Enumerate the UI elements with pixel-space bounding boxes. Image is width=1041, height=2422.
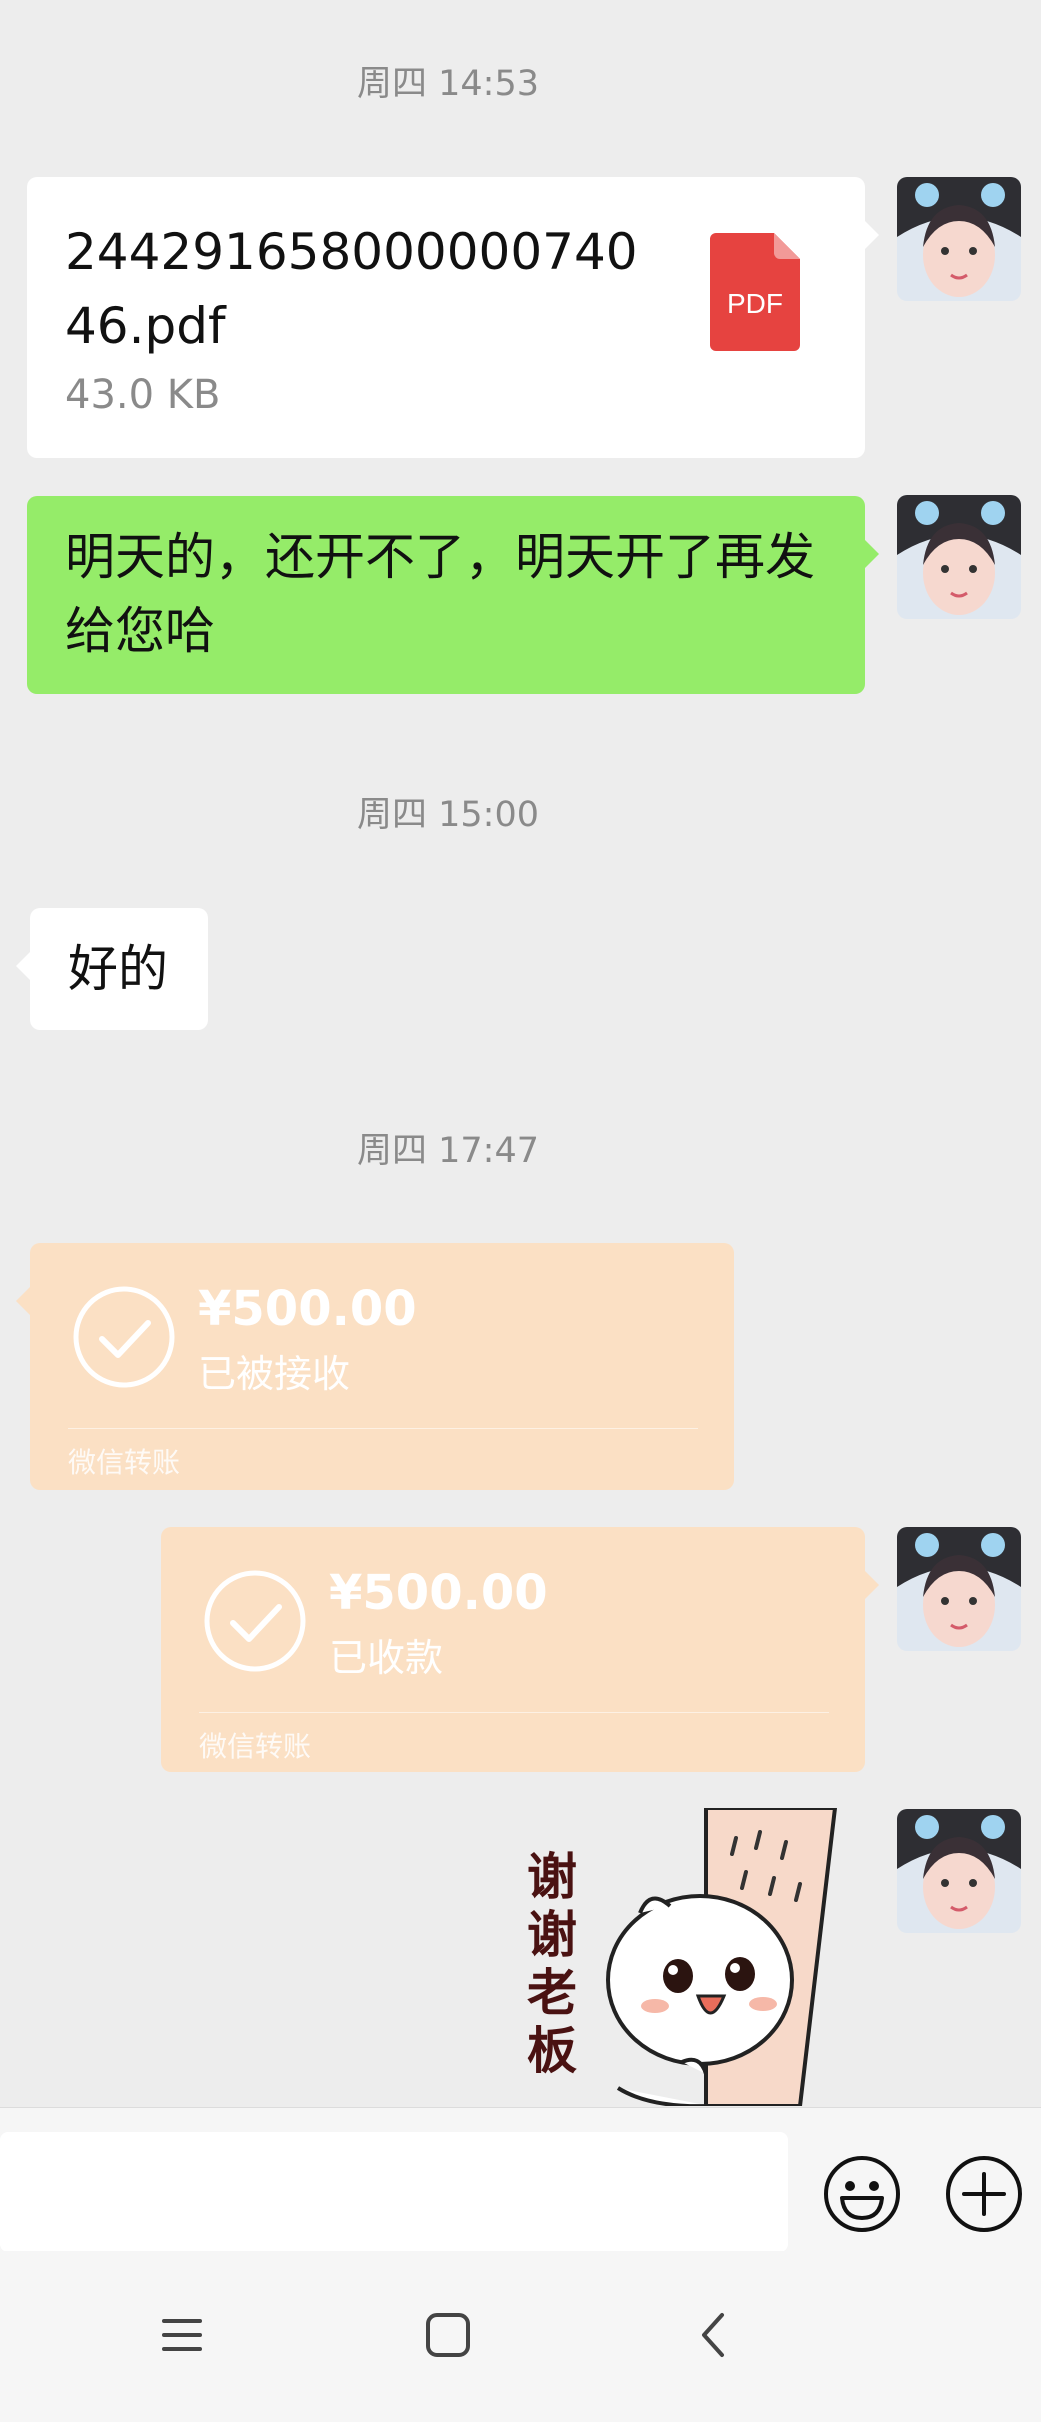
text-message[interactable]: 好的 [16,908,208,1030]
home-icon[interactable] [418,2305,478,2365]
avatar[interactable] [897,1527,1021,1651]
sticker-message[interactable]: 谢谢老板 [510,1808,870,2106]
transfer-amount: ¥500.00 [198,1281,417,1337]
transfer-message[interactable]: ¥500.00 已被接收 微信转账 [16,1243,734,1490]
text-message[interactable]: 明天的，还开不了，明天开了再发给您哈 [27,496,879,694]
back-icon[interactable] [684,2305,744,2365]
sticker-text: 谢谢老板 [527,1848,577,2080]
check-circle-icon [73,1286,175,1388]
plus-icon[interactable] [944,2154,1024,2234]
avatar[interactable] [897,1809,1021,1933]
timestamp: 周四 15:00 [357,795,539,835]
avatar[interactable] [897,177,1021,301]
check-circle-icon [204,1570,306,1672]
pdf-icon: PDF [710,233,800,351]
pdf-label: PDF [727,288,783,319]
transfer-footer: 微信转账 [199,1730,312,1763]
message-text: 明天的，还开不了，明天开了再发给您哈 [65,528,815,660]
system-nav-bar [0,2251,1041,2422]
sticker-image: 谢谢老板 [527,1808,838,2106]
message-input[interactable] [0,2132,788,2252]
transfer-footer: 微信转账 [68,1446,181,1479]
transfer-status: 已收款 [329,1636,444,1680]
avatar[interactable] [897,495,1021,619]
divider [68,1428,698,1429]
file-name: 24429165800000074046.pdf [65,223,638,355]
input-bar [0,2107,1041,2252]
divider [199,1712,829,1713]
transfer-message[interactable]: ¥500.00 已收款 微信转账 [161,1527,879,1772]
menu-icon[interactable] [152,2305,212,2365]
timestamp: 周四 14:53 [357,64,539,104]
transfer-status: 已被接收 [198,1352,351,1396]
file-message[interactable]: 24429165800000074046.pdf 43.0 KB PDF [27,177,879,458]
message-text: 好的 [68,940,168,998]
timestamp: 周四 17:47 [357,1131,539,1171]
transfer-amount: ¥500.00 [329,1565,548,1621]
emoji-icon[interactable] [822,2154,902,2234]
file-size: 43.0 KB [65,372,221,418]
